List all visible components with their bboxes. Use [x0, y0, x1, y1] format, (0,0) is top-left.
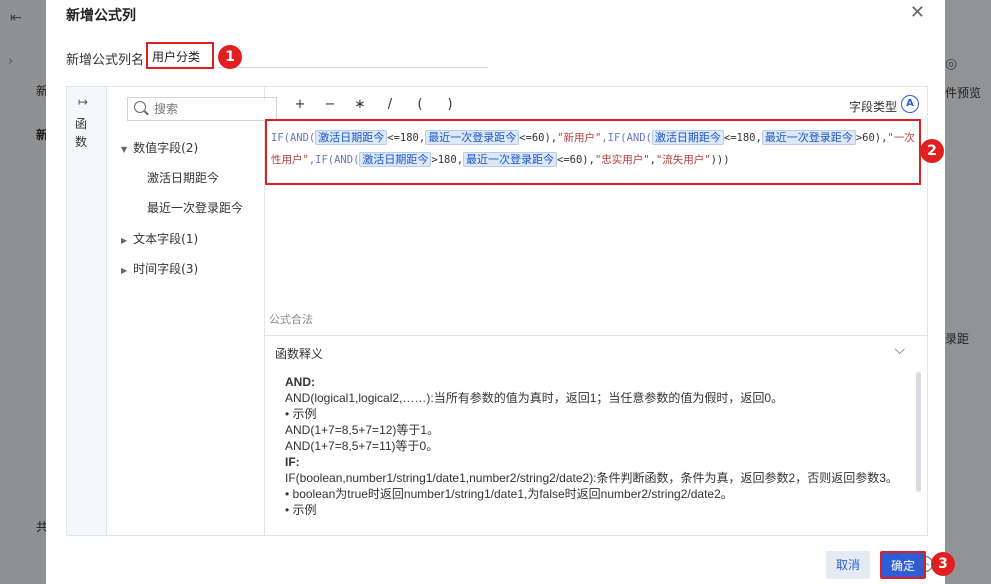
tree-group-label: 时间字段(3) [133, 262, 199, 276]
formula-field-tag: 最近一次登录距今 [425, 130, 520, 145]
tree-group-time[interactable]: ▶ 时间字段(3) [121, 260, 198, 277]
annotation-badge-2: 2 [920, 139, 944, 163]
operator-toolbar: + − ∗ /() [285, 97, 465, 112]
field-item[interactable]: 激活日期距今 [147, 169, 219, 186]
formula-text: <=60), [519, 132, 558, 144]
field-type-icon[interactable]: A [901, 95, 919, 113]
formula-panel: ↦ 函数 ▼ 数值字段(2) 激活日期距今 最近一次登录距今 ▶ 文本字段(1) ▶… [66, 86, 928, 536]
field-search[interactable] [127, 97, 277, 121]
op-minus-button[interactable]: − [315, 97, 345, 112]
explanation-line: IF(boolean,number1/string1/date1,number2… [285, 471, 898, 485]
explanation-body: AND: AND(logical1,logical2,……):当所有参数的值为真… [285, 374, 903, 518]
op-plus-button[interactable]: + [285, 97, 315, 112]
expand-arrow-icon[interactable]: ↦ [78, 95, 88, 109]
annotation-badge-3: 3 [931, 552, 955, 576]
tree-group-numeric[interactable]: ▼ 数值字段(2) [121, 139, 198, 156]
explanation-line: AND: [285, 375, 315, 389]
op-multiply-button[interactable]: ∗ [345, 97, 375, 112]
op-lparen-button[interactable]: ( [405, 97, 435, 112]
explanation-line: • 示例 [285, 503, 317, 517]
formula-field-tag: 激活日期距今 [651, 130, 724, 145]
chevron-down-icon[interactable]: ⌵ [894, 342, 905, 358]
explanation-line: AND(1+7=8,5+7=11)等于0。 [285, 439, 439, 453]
formula-text: <=60), [557, 154, 595, 166]
formula-text: ))) [710, 154, 730, 166]
explanation-line: AND(logical1,logical2,……):当所有参数的值为真时，返回1… [285, 391, 784, 405]
field-item[interactable]: 最近一次登录距今 [147, 199, 243, 216]
formula-editor-area: + − ∗ /() 字段类型 A IF(AND(激活日期距今 <=180, 最近一次登录距… [265, 87, 927, 535]
formula-string: "忠实用户" [594, 154, 650, 166]
caret-right-icon: ▶ [121, 266, 128, 275]
add-formula-column-dialog: 新增公式列 ✕ 新增公式列名 用户分类 1 ↦ 函数 ▼ 数值字段(2) 激活日期… [46, 0, 955, 584]
function-tab[interactable]: ↦ 函数 [67, 87, 107, 535]
annotation-badge-1: 1 [218, 45, 242, 69]
search-input[interactable] [154, 100, 269, 118]
field-list-panel: ▼ 数值字段(2) 激活日期距今 最近一次登录距今 ▶ 文本字段(1) ▶ 时间字段(… [107, 87, 277, 535]
function-tab-label: 函数 [75, 117, 88, 149]
formula-text: >60), [855, 132, 888, 144]
formula-text: ,IF(AND( [601, 132, 652, 144]
explanation-line: • boolean为true时返回number1/string1/date1,为… [285, 487, 733, 501]
tree-group-label: 文本字段(1) [133, 232, 199, 246]
field-type-label: 字段类型 [848, 100, 897, 114]
formula-text: ,IF(AND( [308, 154, 360, 166]
explanation-line: IF: [285, 455, 300, 469]
formula-text: IF(AND( [271, 132, 316, 144]
formula-valid-status: 公式合法 [269, 313, 313, 326]
chevron-up-icon[interactable]: ︿ [917, 556, 933, 572]
caret-right-icon: ▶ [121, 236, 128, 245]
formula-text: >180, [431, 154, 464, 166]
formula-field-tag: 最近一次登录距今 [463, 152, 558, 167]
scrollbar[interactable] [916, 372, 921, 492]
dialog-title: 新增公式列 [66, 8, 136, 24]
search-icon [134, 101, 146, 113]
formula-field-tag: 激活日期距今 [315, 130, 388, 145]
op-divide-button[interactable]: / [375, 97, 405, 112]
formula-text: <=180, [387, 132, 426, 144]
input-underline [218, 67, 488, 68]
tree-group-text[interactable]: ▶ 文本字段(1) [121, 230, 198, 247]
column-name-label: 新增公式列名 [66, 53, 145, 68]
formula-editor[interactable]: IF(AND(激活日期距今 <=180, 最近一次登录距今 <=60),"新用户",I… [265, 119, 921, 185]
formula-string: "流失用户" [655, 154, 711, 166]
formula-text: <=180, [723, 132, 762, 144]
caret-down-icon: ▼ [121, 145, 128, 154]
explanation-title: 函数释义 [275, 347, 324, 361]
cancel-button[interactable]: 取消 [826, 551, 870, 579]
close-icon[interactable]: ✕ [910, 2, 925, 23]
explanation-line: AND(1+7=8,5+7=12)等于1。 [285, 423, 440, 437]
function-explanation-panel: 函数释义 ⌵ AND: AND(logical1,logical2,……):当所… [265, 335, 927, 535]
formula-field-tag: 最近一次登录距今 [761, 130, 856, 145]
column-name-input[interactable]: 用户分类 [146, 42, 214, 69]
op-rparen-button[interactable]: ) [435, 97, 465, 112]
formula-string: "新用户" [557, 132, 602, 144]
tree-group-label: 数值字段(2) [133, 141, 199, 155]
explanation-line: • 示例 [285, 407, 317, 421]
formula-field-tag: 激活日期距今 [359, 152, 432, 167]
